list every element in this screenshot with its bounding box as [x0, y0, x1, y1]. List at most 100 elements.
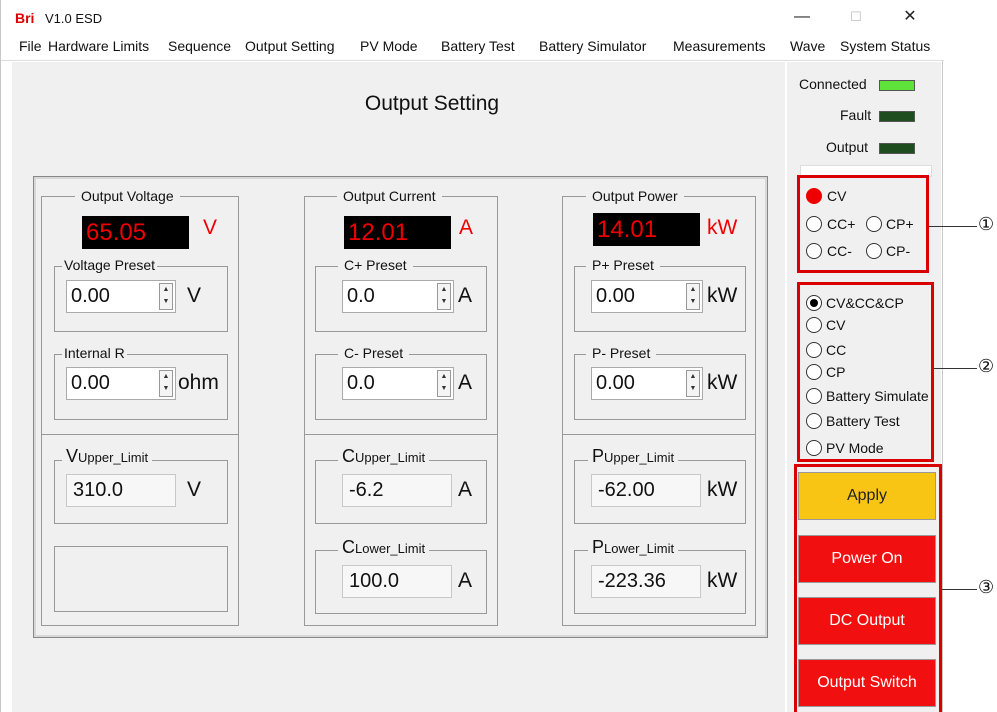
p-minus-preset-value: 0.00: [596, 372, 635, 394]
minimize-button[interactable]: —: [788, 6, 816, 28]
radio-cc-minus[interactable]: [806, 243, 822, 259]
p-plus-preset-unit: kW: [707, 284, 738, 307]
current-lower-limit-field: 100.0: [342, 565, 452, 598]
internal-r-unit: ohm: [178, 371, 219, 394]
p-plus-preset-value: 0.00: [596, 285, 635, 307]
menu-bar: File Hardware Limits Sequence Output Set…: [1, 34, 944, 61]
page-title: Output Setting: [364, 92, 500, 115]
limit-subscript: Lower_Limit: [355, 541, 426, 556]
power-upper-limit-unit: kW: [707, 478, 738, 501]
current-lower-limit-title: CLower_Limit: [338, 537, 430, 558]
fault-label: Fault: [840, 107, 872, 123]
menu-battery-simulator[interactable]: Battery Simulator: [539, 38, 646, 54]
callout-1: ①: [978, 214, 995, 234]
power-upper-limit-title: PUpper_Limit: [588, 446, 679, 467]
radio-battery-simulate[interactable]: [806, 388, 822, 404]
radio-mode-cc-label: CC: [826, 342, 847, 358]
limit-symbol: V: [66, 446, 79, 466]
output-current-display: 12.01: [344, 216, 451, 249]
spin-arrows-icon[interactable]: ▲ ▼: [159, 283, 173, 310]
radio-cp-minus-label: CP-: [886, 243, 911, 259]
internal-r-title: Internal R: [62, 345, 127, 361]
menu-measurements[interactable]: Measurements: [673, 38, 766, 54]
radio-cc-plus[interactable]: [806, 216, 822, 232]
radio-cv[interactable]: [806, 188, 822, 204]
c-plus-preset-unit: A: [458, 284, 473, 307]
spin-arrows-icon[interactable]: ▲ ▼: [437, 370, 451, 397]
maximize-button[interactable]: ☐: [842, 6, 870, 28]
output-voltage-display: 65.05: [82, 216, 189, 249]
apply-button[interactable]: Apply: [798, 472, 936, 520]
voltage-upper-limit-field: 310.0: [66, 474, 176, 507]
limit-subscript: Upper_Limit: [604, 450, 675, 465]
output-switch-button[interactable]: Output Switch: [798, 659, 936, 707]
radio-cp-minus[interactable]: [866, 243, 882, 259]
output-led: [879, 143, 915, 154]
power-on-button[interactable]: Power On: [798, 535, 936, 583]
voltage-upper-limit-title: VUpper_Limit: [62, 446, 153, 467]
spin-arrows-icon[interactable]: ▲ ▼: [686, 370, 700, 397]
current-upper-limit-field: -6.2: [342, 474, 452, 507]
radio-mode-cp[interactable]: [806, 364, 822, 380]
menu-file[interactable]: File: [19, 38, 42, 54]
current-upper-limit-title: CUpper_Limit: [338, 446, 430, 467]
voltage-upper-limit-unit: V: [187, 478, 202, 501]
radio-mode-cc[interactable]: [806, 342, 822, 358]
spin-arrows-icon[interactable]: ▲ ▼: [159, 370, 173, 397]
output-power-display: 14.01: [593, 213, 700, 246]
power-lower-limit-unit: kW: [707, 569, 738, 592]
menu-wave[interactable]: Wave: [790, 38, 825, 54]
radio-mode-cp-label: CP: [826, 364, 846, 380]
p-minus-preset-spinbox[interactable]: 0.00 ▲ ▼: [591, 367, 703, 400]
c-minus-preset-title: C- Preset: [338, 345, 410, 361]
voltage-empty-group: [54, 546, 228, 612]
callout-2-line: [934, 368, 977, 369]
c-minus-preset-unit: A: [458, 371, 473, 394]
radio-cv-cc-cp[interactable]: [806, 295, 822, 311]
limit-subscript: Upper_Limit: [355, 450, 426, 465]
p-minus-preset-title: P- Preset: [586, 345, 657, 361]
voltage-preset-value: 0.00: [71, 285, 110, 307]
menu-output-setting[interactable]: Output Setting: [245, 38, 335, 54]
menu-battery-test[interactable]: Battery Test: [441, 38, 515, 54]
output-label: Output: [826, 139, 869, 155]
menu-pv-mode[interactable]: PV Mode: [360, 38, 418, 54]
p-plus-preset-title: P+ Preset: [586, 257, 660, 273]
c-minus-preset-value: 0.0: [347, 372, 375, 394]
radio-battery-test[interactable]: [806, 413, 822, 429]
fault-led: [879, 111, 915, 122]
connected-led: [879, 80, 915, 91]
radio-cv-cc-cp-label: CV&CC&CP: [826, 295, 904, 311]
c-plus-preset-value: 0.0: [347, 285, 375, 307]
c-plus-preset-spinbox[interactable]: 0.0 ▲ ▼: [342, 280, 454, 313]
voltage-preset-spinbox[interactable]: 0.00 ▲ ▼: [66, 280, 176, 313]
spin-arrows-icon[interactable]: ▲ ▼: [437, 283, 451, 310]
menu-hardware-limits[interactable]: Hardware Limits: [48, 38, 149, 54]
radio-pv-mode[interactable]: [806, 440, 822, 456]
app-logo: Bri: [15, 10, 35, 26]
title-bar: Bri V1.0 ESD — ☐ ✕: [1, 0, 944, 34]
dc-output-button[interactable]: DC Output: [798, 597, 936, 645]
spin-arrows-icon[interactable]: ▲ ▼: [686, 283, 700, 310]
connected-label: Connected: [799, 76, 867, 92]
current-group-title: Output Current: [337, 188, 442, 204]
close-button[interactable]: ✕: [896, 6, 924, 28]
radio-battery-test-label: Battery Test: [826, 413, 900, 429]
radio-mode-cv[interactable]: [806, 317, 822, 333]
internal-r-value: 0.00: [71, 372, 110, 394]
p-minus-preset-unit: kW: [707, 371, 738, 394]
voltage-preset-unit: V: [187, 284, 202, 307]
current-lower-limit-unit: A: [458, 569, 473, 592]
limit-subscript: Lower_Limit: [604, 541, 675, 556]
limit-symbol: P: [592, 446, 605, 466]
menu-system-status[interactable]: System Status: [840, 38, 930, 54]
menu-sequence[interactable]: Sequence: [168, 38, 231, 54]
c-minus-preset-spinbox[interactable]: 0.0 ▲ ▼: [342, 367, 454, 400]
radio-cp-plus[interactable]: [866, 216, 882, 232]
limit-symbol: P: [592, 537, 605, 557]
internal-r-spinbox[interactable]: 0.00 ▲ ▼: [66, 367, 176, 400]
p-plus-preset-spinbox[interactable]: 0.00 ▲ ▼: [591, 280, 703, 313]
voltage-group-title: Output Voltage: [75, 188, 180, 204]
limit-symbol: C: [342, 537, 355, 557]
callout-3: ③: [978, 577, 995, 597]
